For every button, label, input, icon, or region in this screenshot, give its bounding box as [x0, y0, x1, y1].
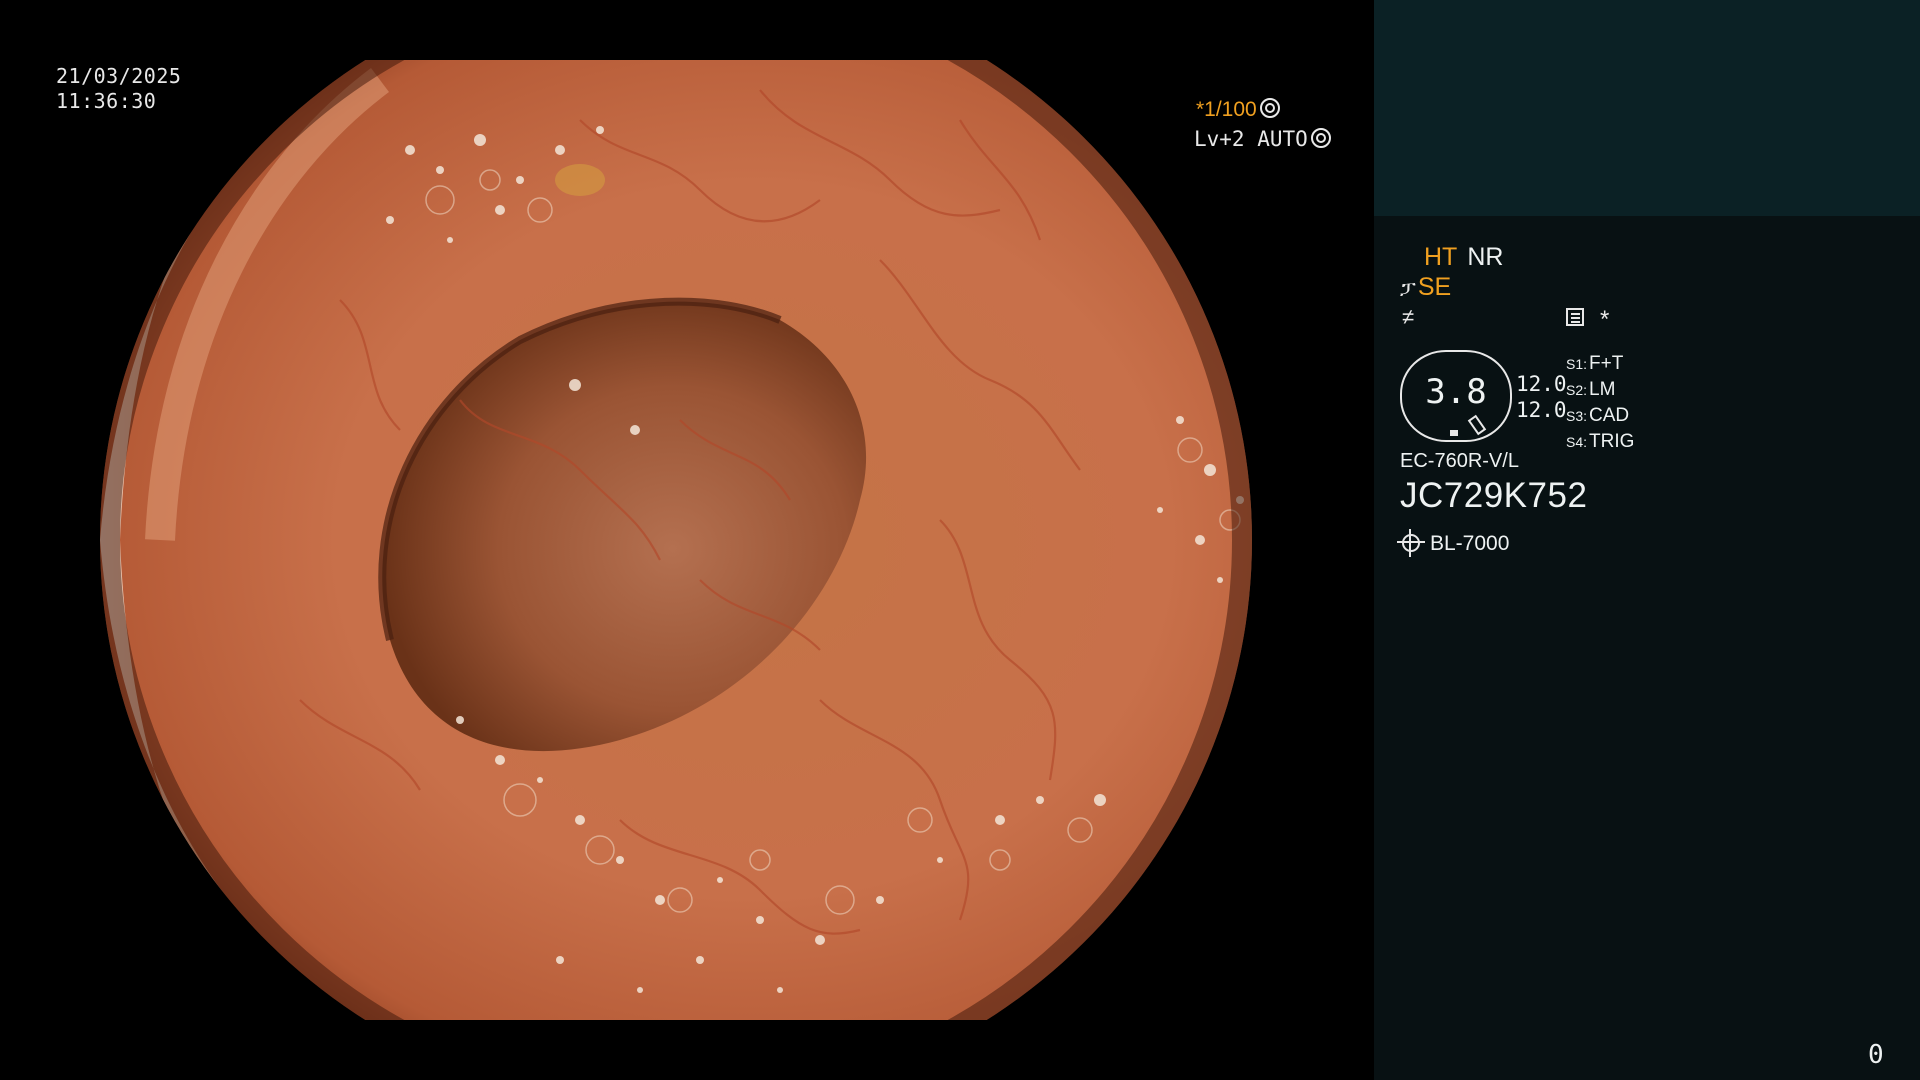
- scope-model: EC-760R-V/L: [1400, 450, 1519, 472]
- gauge-needle-icon: [1467, 414, 1487, 436]
- value-1: 12.0: [1516, 372, 1567, 396]
- light-icon: [1397, 529, 1425, 557]
- light-source-label: BL-7000: [1430, 532, 1510, 555]
- switch-value: CAD: [1589, 405, 1630, 426]
- shutter-icon: [1259, 98, 1280, 118]
- switch-item: S1: F+T: [1566, 351, 1634, 377]
- switch-key: S4:: [1566, 434, 1588, 450]
- time: 11:36:30: [56, 89, 157, 113]
- switch-item: S2: LM: [1566, 377, 1634, 403]
- gauge-marker: [1450, 430, 1458, 436]
- date: 21/03/2025: [56, 64, 182, 88]
- switch-key: S1:: [1566, 356, 1588, 372]
- switch-value: TRIG: [1589, 431, 1635, 452]
- shutter-value: *1/100: [1196, 98, 1257, 121]
- ht-nr-row: HT NR: [1424, 243, 1503, 272]
- scope-icon: ፓ: [1400, 278, 1416, 300]
- endoscope-view-graphic: [100, 60, 1252, 1020]
- se-row: ፓSE: [1400, 273, 1451, 302]
- gauge-value: 3.8: [1425, 372, 1487, 412]
- shutter-indicator: *1/100: [1196, 98, 1280, 122]
- switch-item: S4: TRIG: [1566, 429, 1634, 455]
- info-panel: [1374, 216, 1920, 1080]
- scope-serial: JC729K752: [1400, 476, 1588, 515]
- switch-value: LM: [1589, 379, 1616, 400]
- endoscope-image: [60, 0, 1320, 1080]
- level-indicator: Lv+2 AUTO: [1194, 127, 1331, 151]
- switch-key: S3:: [1566, 408, 1588, 424]
- level-value: Lv+2 AUTO: [1194, 127, 1308, 151]
- nr-label: NR: [1467, 243, 1504, 271]
- light-source: BL-7000: [1397, 529, 1510, 557]
- ht-label: HT: [1424, 243, 1458, 271]
- switch-list: S1: F+T S2: LM S3: CAD S4: TRIG: [1566, 351, 1634, 455]
- info-panel-top: [1374, 0, 1920, 216]
- switch-item: S3: CAD: [1566, 403, 1634, 429]
- magnification-gauge: 3.8: [1400, 350, 1512, 442]
- star-icon: *: [1600, 306, 1610, 333]
- value-2: 12.0: [1516, 398, 1567, 422]
- se-label: SE: [1417, 273, 1452, 301]
- auto-icon: [1310, 128, 1331, 148]
- not-equal-icon: ≠: [1402, 304, 1415, 329]
- switch-value: F+T: [1589, 353, 1624, 374]
- date-time: 21/03/2025 11:36:30: [56, 64, 181, 114]
- menu-icon: [1566, 308, 1584, 326]
- image-counter: 0: [1868, 1040, 1884, 1070]
- switch-key: S2:: [1566, 382, 1588, 398]
